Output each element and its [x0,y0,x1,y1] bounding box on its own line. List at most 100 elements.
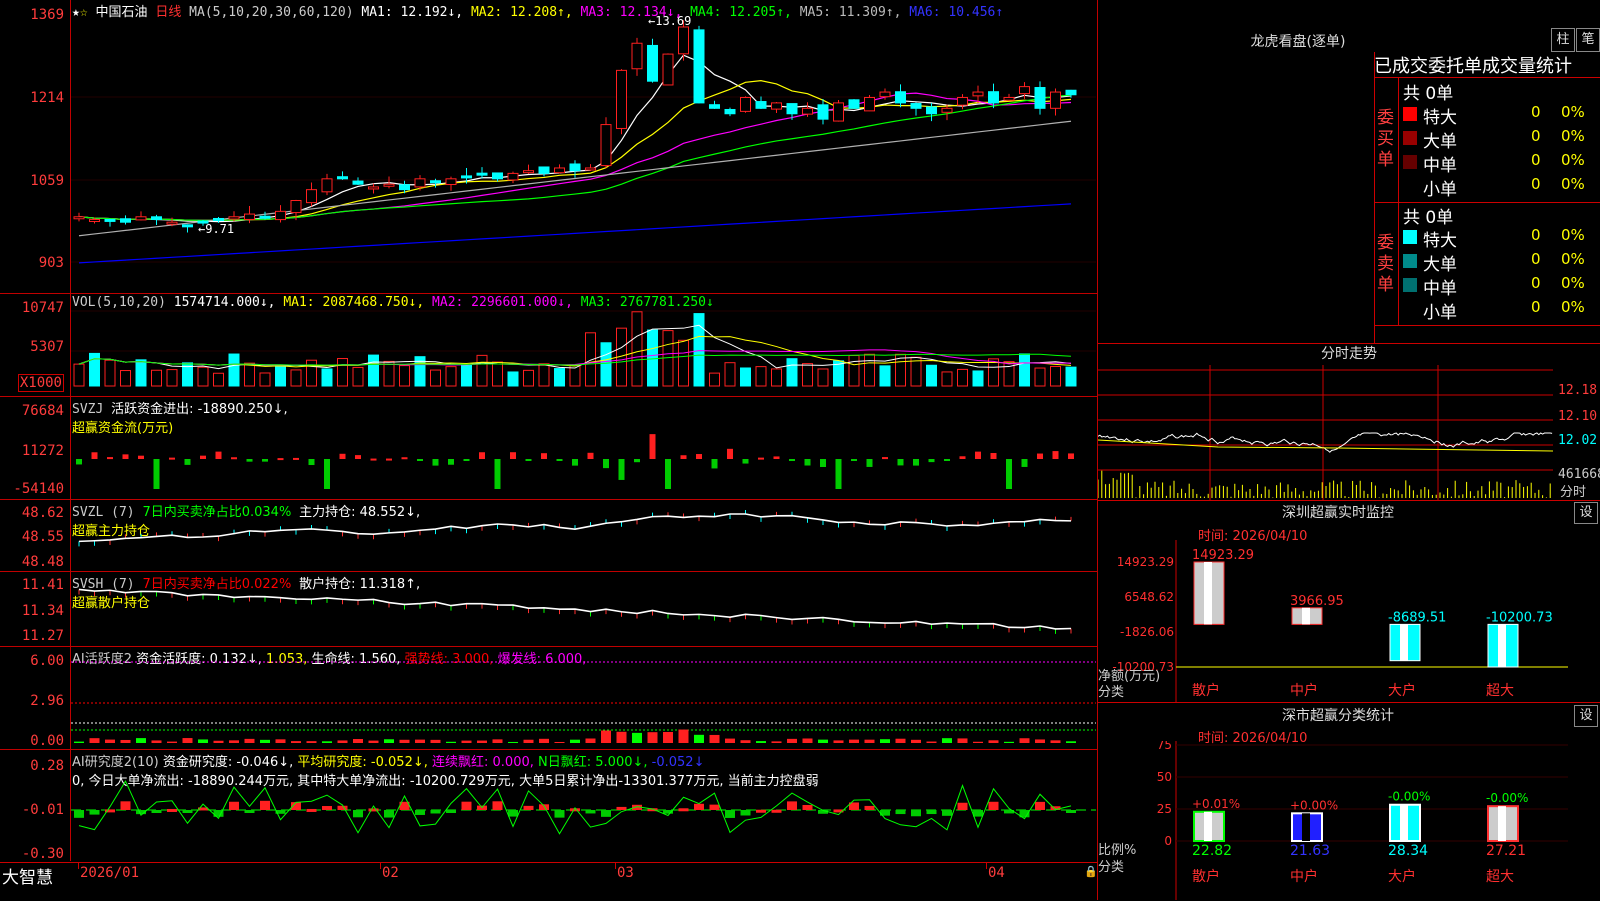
candle [1003,96,1015,101]
research-line [78,780,1072,835]
research-bar [461,801,472,810]
bar-mode-button[interactable]: 柱 [1551,28,1575,52]
holding-line [78,588,1072,630]
svzj-panel[interactable]: 76684 11272 -54140 SVZJ 活跃资金进出: -18890.2… [0,397,1097,500]
lhb-row-value: 0 [1531,274,1541,292]
category-label: 大户 [1388,868,1416,885]
volume-bar [864,353,875,387]
research-bar [1066,810,1076,813]
candle [135,216,147,221]
candle [833,102,844,122]
activity-bar [477,740,487,743]
lhb-tabs[interactable]: 已成交委托单成交量统计 [1374,52,1600,76]
y-label: 11.34 [21,603,64,619]
research-bar [492,801,503,810]
change-label: -0.00% [1388,790,1430,804]
color-swatch [1403,155,1417,169]
research-bar [709,804,720,810]
svzl-panel[interactable]: 48.62 48.55 48.48 SVZL (7) 7日内买卖净占比0.034… [0,500,1097,572]
x-label: 2026/01 [80,865,140,881]
volume-bar [910,356,922,387]
candle [569,163,581,172]
volume-bar [709,372,720,387]
svsh-panel[interactable]: 11.41 11.34 11.27 SVSH (7) 7日内买卖净占比0.022… [0,572,1097,647]
y-label: 1214 [30,90,64,106]
volume-bar [554,368,565,387]
research-bar [942,810,952,816]
activity-bar [1050,740,1061,743]
fund-flow-bar [820,459,826,467]
fund-flow-bar [215,451,222,459]
activity-bar [988,740,999,743]
fund-flow-bar [355,455,361,459]
candle [600,124,612,167]
fund-flow-bar [401,457,408,460]
volume-panel[interactable]: 10747 5307 X1000 VOL(5,10,20) 1574714.00… [0,294,1097,397]
intraday-panel[interactable]: 分时走势 12.18 12.10 12.02 461668 分时 [1098,343,1600,501]
sz-monitor-panel: 深圳超赢实时监控 设 时间: 2026/04/10 14923.29 6548.6… [1098,500,1600,703]
volume-bar [647,329,658,387]
candle [166,221,178,225]
volume-bar [941,371,953,387]
lhb-row: 小单 0 0% [1403,298,1600,323]
fund-flow-bar [649,434,656,459]
y-label: 10747 [21,300,64,316]
ai-activity-chart[interactable] [71,647,1096,749]
y-label: 48.48 [21,554,64,570]
activity-bar [849,739,859,743]
volume-bar [259,372,271,387]
lhb-row-value: 0 [1531,103,1541,121]
research-bar [616,806,627,810]
volume-bar [476,354,488,387]
activity-bar [911,739,921,743]
research-bar [353,810,363,818]
buy-total: 共 0单 [1403,84,1454,104]
lock-icon[interactable]: 🔒 [1084,865,1098,878]
tick-mode-button[interactable]: 笔 [1576,28,1600,52]
intraday-y-label: 12.10 [1558,409,1598,424]
candle [616,69,627,129]
svzj-chart[interactable] [71,397,1096,499]
intraday-volume-label: 461668 [1558,467,1600,482]
sz-class-panel: 深市超赢分类统计 设 时间: 2026/04/10 75 50 25 0 +0.01% 2… [1098,703,1600,900]
fund-flow-bar [525,459,532,461]
candle [740,96,751,112]
sz-monitor-settings-button[interactable]: 设 [1574,502,1598,524]
ai-research-chart[interactable] [71,750,1096,861]
ratio-bar-highlight [1498,806,1506,841]
research-bar [229,801,239,810]
svsh-chart[interactable] [71,572,1096,646]
volume-bar [197,366,209,387]
ai-activity-panel[interactable]: 6.00 2.96 0.00 AI活跃度2 资金活跃度: 0.132↓, 1.0… [0,647,1097,750]
activity-bar [694,734,704,743]
fund-flow-bar [494,459,501,489]
intraday-chart[interactable] [1098,365,1558,500]
research-bar [895,810,906,815]
candle [352,180,364,185]
fund-flow-bar [308,459,315,466]
activity-bar [864,739,875,743]
candle [786,103,798,115]
fund-flow-bar [742,459,749,464]
volume-chart[interactable] [71,294,1096,396]
fund-flow-bar [122,454,129,459]
lhb-row: 特大 0 0% [1403,226,1600,251]
kline-panel[interactable]: 1369 1214 1059 903 ★☆ 中国石油 日线 MA(5,10,20… [0,0,1097,294]
sell-side-label: 委卖单 [1377,233,1394,295]
ai-research-panel[interactable]: 0.28 -0.01 -0.30 AI研究度2(10) 资金研究度: -0.04… [0,750,1097,861]
svzl-chart[interactable] [71,500,1096,571]
color-swatch [1403,230,1417,244]
ai-research-y-axis: 0.28 -0.01 -0.30 [0,750,71,861]
activity-bar [895,738,906,743]
fund-flow-bar [835,459,842,489]
activity-bar [415,739,425,743]
candle [120,218,131,223]
candle [709,104,720,109]
candle [802,107,813,115]
candle [538,166,550,174]
kline-chart[interactable] [71,0,1096,293]
fund-flow-bar [711,459,718,469]
category-label: 超大 [1486,869,1514,885]
sz-class-settings-button[interactable]: 设 [1574,705,1598,727]
volume-bar [678,339,689,387]
